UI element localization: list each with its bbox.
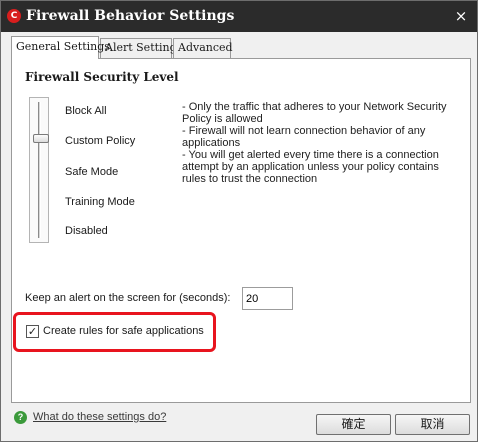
description-line: - Only the traffic that adheres to your … — [182, 101, 447, 125]
slider-track — [38, 102, 41, 238]
close-button[interactable]: × — [453, 7, 469, 25]
tab-general-settings[interactable]: General Settings — [11, 36, 110, 59]
security-level-slider[interactable] — [29, 97, 49, 243]
help-icon[interactable]: ? — [14, 411, 27, 424]
slider-thumb[interactable] — [33, 133, 49, 143]
general-settings-panel: Firewall Security Level Block All Custom… — [11, 58, 471, 403]
create-rules-label[interactable]: Create rules for safe applications — [43, 325, 204, 337]
level-custom-policy[interactable]: Custom Policy — [65, 135, 135, 147]
level-training-mode[interactable]: Training Mode — [65, 196, 135, 208]
alert-timeout-label: Keep an alert on the screen for (seconds… — [25, 292, 231, 304]
tab-advanced[interactable]: Advanced — [173, 38, 233, 58]
cancel-button[interactable]: 取消 — [395, 414, 470, 435]
create-rules-checkbox[interactable]: ✓ — [26, 325, 39, 338]
description-line: - You will get alerted every time there … — [182, 149, 439, 185]
help-link[interactable]: What do these settings do? — [33, 411, 166, 423]
tab-alert-settings[interactable]: Alert Settings — [100, 38, 182, 58]
title-bar[interactable]: C Firewall Behavior Settings × — [1, 1, 477, 32]
section-title: Firewall Security Level — [25, 70, 179, 84]
dialog-window: C Firewall Behavior Settings × Alert Set… — [0, 0, 478, 442]
description-line: - Firewall will not learn connection beh… — [182, 125, 426, 149]
ok-button[interactable]: 確定 — [316, 414, 391, 435]
level-disabled[interactable]: Disabled — [65, 225, 108, 237]
level-description: - Only the traffic that adheres to your … — [182, 101, 462, 185]
window-title: Firewall Behavior Settings — [26, 8, 235, 24]
comodo-logo-icon: C — [7, 9, 21, 23]
level-block-all[interactable]: Block All — [65, 105, 107, 117]
alert-timeout-input[interactable] — [242, 287, 293, 310]
level-safe-mode[interactable]: Safe Mode — [65, 166, 118, 178]
